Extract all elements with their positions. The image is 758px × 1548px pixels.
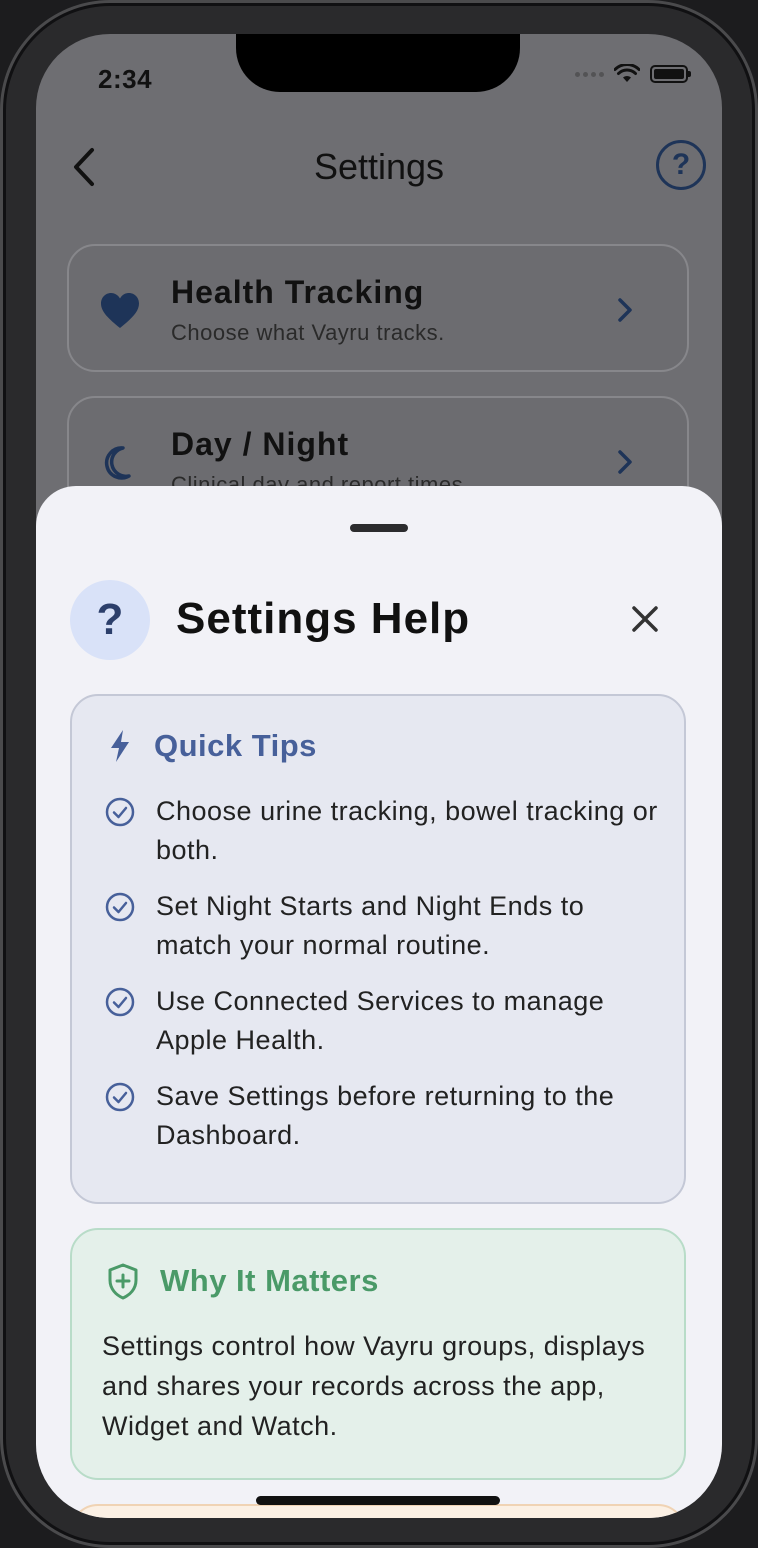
heart-icon xyxy=(101,293,139,328)
notch xyxy=(236,34,520,92)
tip-text: Use Connected Services to manage Apple H… xyxy=(156,986,605,1055)
sheet-title: Settings Help xyxy=(176,594,471,643)
setting-title: Health Tracking xyxy=(171,274,425,310)
tip-text: Set Night Starts and Night Ends to match… xyxy=(156,891,585,960)
page-title: Settings xyxy=(313,146,445,187)
check-circle-icon xyxy=(105,892,135,922)
check-circle-icon xyxy=(105,797,135,827)
why-it-matters-card: Why It Matters Settings control how Vayr… xyxy=(70,1228,686,1480)
shield-plus-icon xyxy=(108,1263,138,1300)
tip-text: Choose urine tracking, bowel tracking or… xyxy=(156,796,658,865)
setting-subtitle: Choose what Vayru tracks. xyxy=(171,320,445,345)
quick-tips-card: Quick Tips Choose urine tracking, bowel … xyxy=(70,694,686,1204)
chevron-right-icon xyxy=(618,298,632,322)
moon-icon xyxy=(104,446,131,480)
next-section-card xyxy=(70,1504,686,1518)
app-screen: 2:34 Settings ? Health Tracking Choose w… xyxy=(36,34,722,1518)
help-sheet: ? Settings Help Quick Tips Choose urine … xyxy=(36,486,722,1518)
status-icons xyxy=(575,64,691,84)
check-circle-icon xyxy=(105,1082,135,1112)
quick-tips-heading: Quick Tips xyxy=(154,728,317,763)
quick-tips-header: Quick Tips xyxy=(106,728,317,764)
why-it-matters-text: Settings control how Vayru groups, displ… xyxy=(102,1331,646,1441)
wifi-icon xyxy=(614,64,640,82)
sheet-grabber[interactable] xyxy=(350,524,408,532)
cellular-signal-icon xyxy=(575,71,604,77)
setting-row-health-tracking[interactable]: Health Tracking Choose what Vayru tracks… xyxy=(67,244,689,372)
battery-icon xyxy=(650,65,691,83)
check-circle-icon xyxy=(105,987,135,1017)
help-button[interactable]: ? xyxy=(656,140,706,190)
chevron-right-icon xyxy=(618,450,632,474)
home-indicator[interactable] xyxy=(256,1496,500,1505)
help-badge: ? xyxy=(70,580,150,660)
tip-text: Save Settings before returning to the Da… xyxy=(156,1081,615,1150)
status-time: 2:34 xyxy=(98,64,153,94)
close-icon[interactable] xyxy=(630,604,660,634)
bolt-icon xyxy=(111,730,129,762)
setting-title: Day / Night xyxy=(171,426,350,462)
why-it-matters-header: Why It Matters xyxy=(106,1262,379,1300)
why-it-matters-heading: Why It Matters xyxy=(160,1263,379,1298)
